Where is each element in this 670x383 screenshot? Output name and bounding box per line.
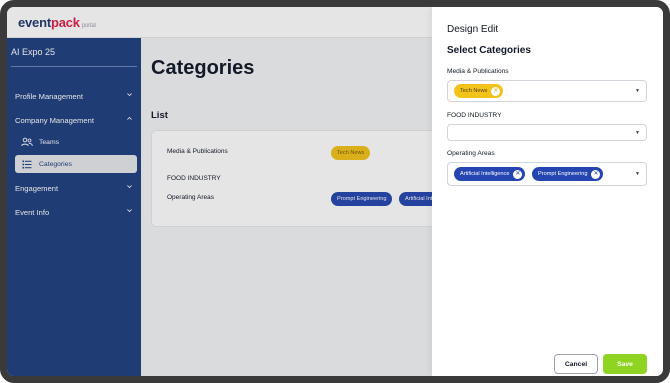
food-industry-select[interactable]: ▼: [447, 124, 647, 141]
save-button[interactable]: Save: [603, 354, 647, 374]
media-publications-select[interactable]: Tech News ✕ ▼: [447, 80, 647, 102]
remove-tag-icon[interactable]: ✕: [513, 169, 523, 179]
selected-tag-tech-news: Tech News ✕: [454, 84, 504, 98]
edit-drawer: Design Edit Select Categories Media & Pu…: [432, 7, 663, 376]
dropdown-caret-icon[interactable]: ▼: [635, 88, 640, 94]
tag-label: Artificial Intelligence: [460, 171, 510, 177]
dropdown-caret-icon[interactable]: ▼: [635, 130, 640, 136]
field-label-food-industry: FOOD INDUSTRY: [447, 112, 502, 119]
modal-overlay[interactable]: [7, 7, 432, 376]
field-label-media: Media & Publications: [447, 68, 509, 75]
selected-tag-prompt-engineering: Prompt Engineering ✕: [532, 167, 604, 181]
remove-tag-icon[interactable]: ✕: [491, 86, 501, 96]
app: eventpack portal AI Expo 25 Profile Manag…: [7, 7, 663, 376]
drawer-title: Design Edit: [447, 24, 499, 35]
selected-tag-artificial-intelligence: Artificial Intelligence ✕: [454, 167, 526, 181]
drawer-subtitle: Select Categories: [447, 45, 531, 56]
tag-label: Prompt Engineering: [538, 171, 588, 177]
field-label-operating-areas: Operating Areas: [447, 150, 495, 157]
cancel-button[interactable]: Cancel: [554, 354, 598, 374]
window-frame: eventpack portal AI Expo 25 Profile Manag…: [0, 0, 670, 383]
dropdown-caret-icon[interactable]: ▼: [635, 171, 640, 177]
operating-areas-select[interactable]: Artificial Intelligence ✕ Prompt Enginee…: [447, 162, 647, 186]
remove-tag-icon[interactable]: ✕: [591, 169, 601, 179]
tag-label: Tech News: [460, 88, 488, 94]
